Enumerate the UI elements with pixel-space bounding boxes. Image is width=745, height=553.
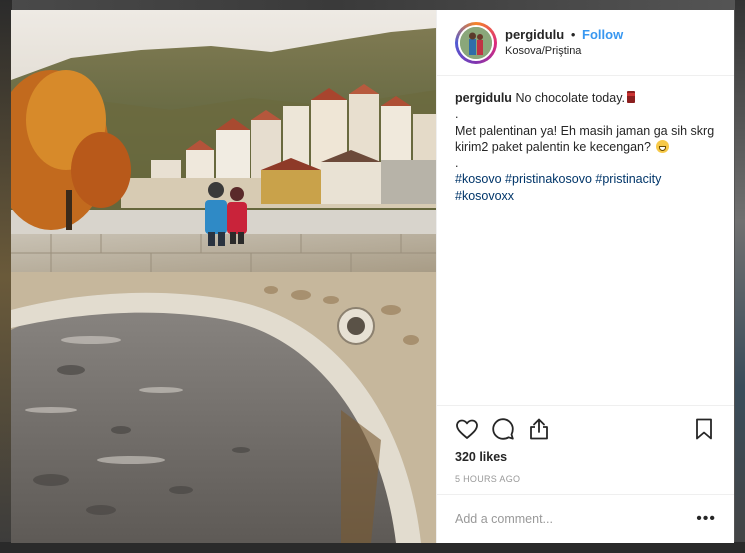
comment-box: ••• bbox=[437, 494, 734, 543]
heart-icon[interactable] bbox=[455, 417, 479, 441]
post-photo[interactable] bbox=[11, 10, 436, 543]
caption-dot-1: . bbox=[455, 107, 459, 122]
header-text: pergidulu • Follow Kosova/Priştina bbox=[505, 27, 623, 59]
separator-dot: • bbox=[570, 26, 576, 42]
caption-line-2: Met palentinan ya! Eh masih jaman ga sih… bbox=[455, 123, 716, 156]
post-modal: pergidulu • Follow Kosova/Priştina pergi… bbox=[11, 10, 734, 543]
caption-text-1: No chocolate today. bbox=[515, 91, 625, 105]
caption-dot-2: . bbox=[455, 156, 459, 170]
backdrop-right-edge bbox=[735, 0, 745, 553]
bookmark-icon[interactable] bbox=[692, 417, 716, 441]
hashtag-link[interactable]: #pristinakosovo bbox=[505, 172, 592, 186]
caption-username[interactable]: pergidulu bbox=[455, 91, 512, 105]
hashtag-link[interactable]: #pristinacity bbox=[595, 172, 661, 186]
avatar-image bbox=[460, 26, 492, 59]
chocolate-emoji-icon bbox=[627, 91, 635, 103]
follow-button[interactable]: Follow bbox=[582, 27, 623, 42]
header-top-line: pergidulu • Follow bbox=[505, 27, 623, 43]
avatar-story-ring[interactable] bbox=[455, 21, 497, 64]
caption-line-1: pergidulu No chocolate today. bbox=[455, 90, 716, 106]
post-header: pergidulu • Follow Kosova/Priştina bbox=[437, 10, 734, 76]
post-timestamp[interactable]: 5 HOURS AGO bbox=[455, 474, 716, 484]
caption: pergidulu No chocolate today. . Met pale… bbox=[437, 76, 734, 405]
hashtag-link[interactable]: #kosovoxx bbox=[455, 189, 514, 203]
hashtag-list: #kosovo #pristinakosovo #pristinacity #k… bbox=[455, 171, 716, 204]
comment-icon[interactable] bbox=[491, 417, 515, 441]
grinning-emoji-icon bbox=[656, 139, 670, 153]
actions-block: 320 likes 5 HOURS AGO bbox=[437, 405, 734, 494]
action-icon-row bbox=[455, 414, 716, 444]
avatar[interactable] bbox=[458, 24, 494, 61]
likes-count[interactable]: 320 likes bbox=[455, 450, 716, 464]
location-link[interactable]: Kosova/Priştina bbox=[505, 45, 623, 59]
comment-input[interactable] bbox=[455, 512, 697, 526]
caption-text-2: Met palentinan ya! Eh masih jaman ga sih… bbox=[455, 123, 715, 154]
username-link[interactable]: pergidulu bbox=[505, 27, 564, 42]
share-icon[interactable] bbox=[527, 417, 551, 441]
post-sidebar: pergidulu • Follow Kosova/Priştina pergi… bbox=[436, 10, 734, 543]
hashtag-link[interactable]: #kosovo bbox=[455, 172, 502, 186]
more-options-icon[interactable]: ••• bbox=[696, 510, 716, 528]
backdrop-bottom-edge bbox=[0, 542, 745, 553]
photo-scene bbox=[11, 10, 436, 543]
